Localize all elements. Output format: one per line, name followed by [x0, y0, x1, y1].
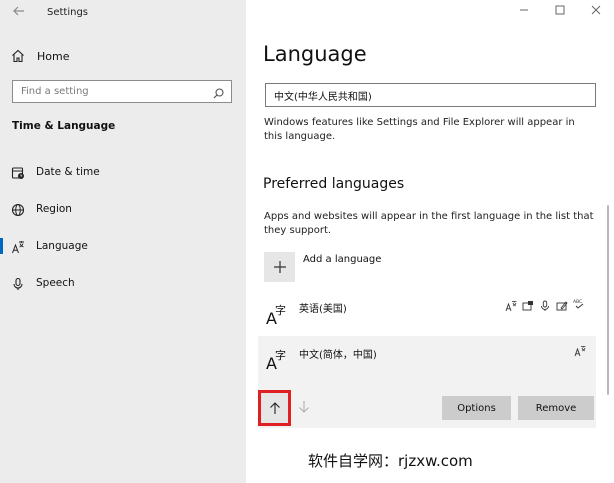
active-indicator — [0, 238, 3, 254]
remove-button[interactable]: Remove — [518, 396, 594, 420]
home-label: Home — [37, 49, 70, 63]
sidebar-item-date-time[interactable]: Date & time — [0, 160, 246, 184]
handwriting-icon — [556, 297, 568, 311]
sidebar-item-speech[interactable]: Speech — [0, 271, 246, 295]
arrow-down-icon — [299, 401, 309, 413]
display-language-description: Windows features like Settings and File … — [264, 117, 575, 142]
language-name: 英语(美国) — [299, 304, 347, 315]
display-language-icon — [505, 297, 517, 312]
home-nav-item[interactable]: Home — [10, 46, 230, 66]
display-language-dropdown[interactable]: 中文(中华人民共和国) — [265, 83, 596, 107]
watermark-text: 软件自学网：rjzxw.com — [308, 452, 473, 470]
language-item-english[interactable]: A字 英语(美国) ABC — [258, 290, 596, 336]
search-input[interactable] — [13, 86, 203, 97]
sidebar-item-label: Speech — [36, 277, 75, 289]
language-icon: A字 — [266, 345, 288, 373]
spellcheck-icon: ABC — [573, 295, 585, 309]
sidebar-item-region[interactable]: Region — [0, 197, 246, 221]
home-icon — [10, 48, 26, 64]
scrollbar[interactable] — [607, 205, 609, 395]
plus-icon — [273, 261, 286, 273]
title-bar: Settings — [0, 0, 246, 26]
search-icon[interactable] — [212, 85, 225, 99]
add-language-label[interactable]: Add a language — [303, 254, 381, 265]
svg-text:字: 字 — [275, 348, 286, 362]
minimize-icon[interactable] — [516, 4, 532, 20]
move-up-button[interactable] — [258, 390, 291, 426]
svg-text:ABC: ABC — [573, 299, 582, 305]
preferred-languages-description: Apps and websites will appear in the fir… — [264, 211, 594, 236]
page-title: Language — [263, 42, 367, 66]
language-icon — [11, 239, 25, 254]
microphone-icon — [11, 276, 25, 290]
search-box[interactable] — [12, 80, 232, 103]
speech-icon — [522, 297, 534, 311]
sidebar-item-language[interactable]: Language — [0, 234, 246, 258]
language-name: 中文(简体，中国) — [299, 350, 377, 361]
display-language-icon — [574, 342, 586, 357]
sidebar: Settings Home Time & Language Date & tim… — [0, 0, 246, 483]
sidebar-item-label: Language — [36, 240, 88, 252]
back-arrow-icon[interactable] — [10, 4, 28, 22]
sidebar-item-label: Date & time — [36, 166, 100, 178]
globe-icon — [11, 202, 25, 217]
calendar-clock-icon — [11, 165, 25, 179]
display-language-value: 中文(中华人民共和国) — [274, 91, 372, 103]
microphone-icon — [539, 297, 551, 311]
options-button[interactable]: Options — [442, 396, 511, 420]
move-down-button[interactable] — [294, 396, 314, 418]
close-icon[interactable] — [588, 4, 604, 20]
app-title: Settings — [47, 7, 89, 18]
section-title: Time & Language — [12, 120, 116, 132]
add-language-button[interactable] — [264, 252, 295, 282]
language-icon: A字 — [266, 300, 288, 328]
preferred-languages-heading: Preferred languages — [263, 176, 405, 192]
maximize-icon[interactable] — [552, 4, 568, 20]
sidebar-item-label: Region — [36, 203, 72, 215]
arrow-up-icon — [269, 402, 280, 414]
svg-text:字: 字 — [275, 303, 286, 317]
